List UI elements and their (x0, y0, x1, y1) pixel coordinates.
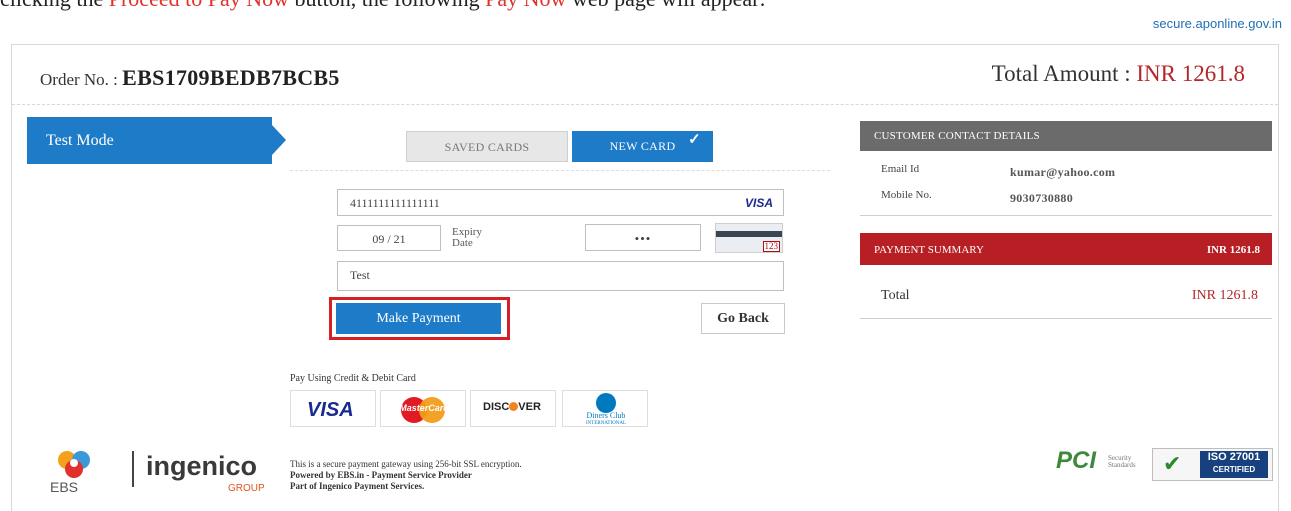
order-number: Order No. : EBS1709BEDB7BCB5 (40, 65, 340, 90)
payment-gateway-panel: Order No. : EBS1709BEDB7BCB5 Total Amoun… (11, 44, 1279, 511)
security-note: This is a secure payment gateway using 2… (290, 459, 522, 491)
go-back-button[interactable]: Go Back (701, 303, 785, 334)
payment-summary-header: PAYMENT SUMMARY INR 1261.8 (860, 233, 1272, 265)
tab-new-card[interactable]: NEW CARD ✓ (572, 131, 713, 162)
summary-total-row: Total INR 1261.8 (860, 275, 1272, 319)
logo-divider (132, 451, 134, 487)
card-number-input[interactable]: 4111111111111111 VISA (337, 189, 784, 216)
ingenico-logo: ingenico (146, 451, 258, 481)
test-mode-tab[interactable]: Test Mode (27, 117, 286, 164)
ingenico-group-label: GROUP (228, 483, 265, 494)
visa-logo: VISA (290, 390, 376, 427)
cardholder-name-input[interactable]: Test (337, 261, 784, 291)
checkmark-icon: ✓ (688, 132, 701, 148)
email-value: kumar@yahoo.com (1010, 165, 1116, 179)
domain-label: secure.aponline.gov.in (1152, 16, 1282, 31)
mobile-value: 9030730880 (1010, 191, 1073, 205)
pci-dss-badge: PCI Security Standards (1056, 447, 1136, 474)
order-header: Order No. : EBS1709BEDB7BCB5 Total Amoun… (12, 45, 1278, 105)
customer-divider (860, 215, 1272, 216)
customer-details-header: CUSTOMER CONTACT DETAILS (860, 121, 1272, 151)
make-payment-button[interactable]: Make Payment (336, 303, 501, 334)
check-icon: ✔ (1163, 451, 1182, 476)
cvv-input[interactable]: ••• (585, 224, 701, 251)
instruction-caption: clicking the Proceed to Pay Now button, … (0, 0, 1291, 12)
tab-new-card-label: NEW CARD (609, 139, 676, 153)
mobile-label: Mobile No. (881, 189, 932, 201)
expiry-date-label: Expiry Date (452, 226, 482, 249)
email-label: Email Id (881, 163, 920, 175)
visa-icon: VISA (744, 196, 773, 210)
total-amount: Total Amount : INR 1261.8 (991, 61, 1245, 86)
card-back-cvv-icon: 123 (715, 223, 783, 253)
pay-using-label: Pay Using Credit & Debit Card (290, 373, 416, 384)
tab-saved-cards[interactable]: SAVED CARDS (406, 131, 568, 162)
ebs-wordmark: EBS (50, 479, 79, 495)
form-divider (290, 170, 830, 171)
expiry-date-input[interactable]: 09 / 21 (337, 225, 441, 251)
diners-club-logo: Diners Club INTERNATIONAL (562, 390, 648, 427)
mastercard-logo: MasterCard (380, 390, 466, 427)
iso-certified-badge: ✔ ISO 27001 CERTIFIED (1152, 448, 1273, 481)
card-number-value: 4111111111111111 (350, 196, 440, 210)
discover-logo: DISC VER (470, 390, 556, 427)
